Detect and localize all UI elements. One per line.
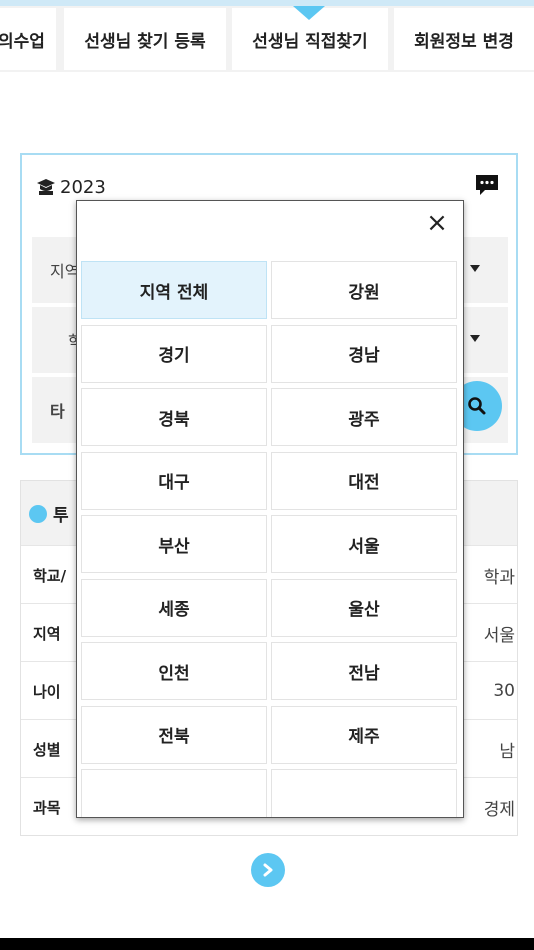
region-option[interactable]: 부산	[81, 515, 267, 573]
region-option[interactable]: 인천	[81, 642, 267, 700]
region-option[interactable]: 경남	[271, 324, 457, 383]
page: 의수업 선생님 찾기 등록 선생님 직접찾기 회원정보 변경 2023 지역 학	[0, 0, 534, 950]
region-option[interactable]: 경기	[81, 324, 267, 383]
region-option[interactable]: 전남	[271, 642, 457, 700]
region-option[interactable]	[81, 769, 267, 817]
region-picker-modal: × 지역 전체 강원 경기 경남 경북 광주 대구 대전 부산 서울 세종 울산 인천 전남 전북 제주	[76, 200, 464, 818]
region-option[interactable]: 울산	[271, 578, 457, 637]
region-option[interactable]: 경북	[81, 388, 267, 446]
region-option[interactable]: 대구	[81, 451, 267, 510]
region-option[interactable]: 전북	[81, 705, 267, 764]
region-option[interactable]: 강원	[271, 261, 457, 319]
region-option[interactable]: 제주	[271, 705, 457, 764]
region-option[interactable]: 지역 전체	[81, 261, 267, 319]
region-option[interactable]	[271, 769, 457, 817]
region-option[interactable]: 광주	[271, 388, 457, 446]
region-option[interactable]: 서울	[271, 515, 457, 573]
region-option[interactable]: 대전	[271, 451, 457, 510]
close-icon[interactable]: ×	[421, 207, 453, 239]
region-option[interactable]: 세종	[81, 578, 267, 637]
